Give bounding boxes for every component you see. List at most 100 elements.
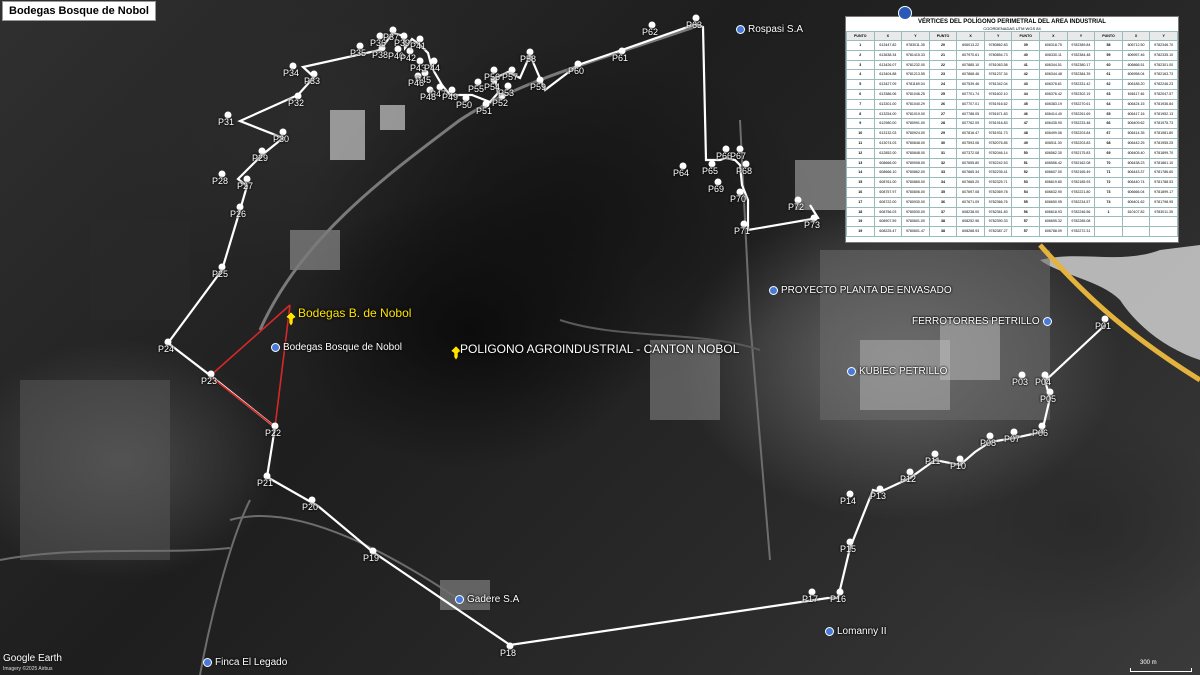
vertex-label-p01[interactable]: P01	[1095, 321, 1111, 331]
vertex-label-p67[interactable]: P67	[730, 151, 746, 161]
table-cell	[1121, 226, 1151, 237]
table-cell: 9781955.25	[1149, 137, 1178, 149]
table-cell: 3	[846, 59, 875, 71]
vertex-label-p73[interactable]: P73	[804, 220, 820, 230]
vertex-label-p54[interactable]: P54	[484, 82, 500, 92]
vertex-label-p34[interactable]: P34	[283, 68, 299, 78]
vertex-label-p14[interactable]: P14	[840, 496, 856, 506]
vertex-label-p33[interactable]: P33	[304, 76, 320, 86]
poi-finca-legado[interactable]: Finca El Legado	[203, 657, 287, 668]
table-header-cell: X	[1039, 31, 1068, 41]
vertex-label-p39[interactable]: P39	[394, 38, 410, 48]
table-cell: 72	[1094, 177, 1123, 188]
table-cell: 606957.46	[1121, 49, 1151, 61]
vertex-label-p58[interactable]: P58	[520, 54, 536, 64]
table-row: 1 613447.82 9783011.35 20 606013.22 9780862.8…	[846, 40, 1178, 51]
pin-label-bodegas[interactable]: Bodegas B. de Nobol	[298, 306, 411, 320]
poi-planta-envasado[interactable]: PROYECTO PLANTA DE ENVASADO	[769, 285, 952, 296]
vertex-label-p07[interactable]: P07	[1004, 434, 1020, 444]
vertex-label-p64[interactable]: P64	[673, 168, 689, 178]
table-cell: 48	[1011, 128, 1041, 139]
vertex-label-p05[interactable]: P05	[1040, 394, 1056, 404]
vertex-label-p59[interactable]: P59	[530, 82, 546, 92]
table-cell: 22	[928, 59, 958, 71]
table-cell: 9782046.14	[983, 147, 1013, 159]
vertex-label-p57[interactable]: P57	[502, 72, 518, 82]
vertex-label-p35[interactable]: P35	[350, 48, 366, 58]
vertex-label-p32[interactable]: P32	[288, 98, 304, 108]
vertex-label-p70[interactable]: P70	[730, 194, 746, 204]
vertex-label-p12[interactable]: P12	[900, 474, 916, 484]
poi-kubiec[interactable]: KUBIEC PETRILLO	[847, 366, 947, 377]
vertex-label-p52[interactable]: P52	[492, 98, 508, 108]
vertex-label-p53[interactable]: P53	[498, 88, 514, 98]
vertex-label-p28[interactable]: P28	[212, 176, 228, 186]
vertex-label-p30[interactable]: P30	[273, 134, 289, 144]
vertex-label-p48[interactable]: P48	[420, 92, 436, 102]
table-cell: 16	[846, 186, 875, 198]
vertex-label-p65[interactable]: P65	[702, 166, 718, 176]
table-cell: 9781975.73	[1149, 118, 1178, 130]
vertex-label-p31[interactable]: P31	[218, 117, 234, 127]
table-cell: 9782162.08	[1066, 157, 1096, 169]
poi-rospasi[interactable]: Rospasi S.A	[736, 24, 803, 35]
vertex-label-p08[interactable]: P08	[980, 438, 996, 448]
vertex-label-p19[interactable]: P19	[363, 553, 379, 563]
vertex-label-p26[interactable]: P26	[230, 209, 246, 219]
compass-icon[interactable]	[898, 6, 912, 20]
vertex-label-p68[interactable]: P68	[736, 166, 752, 176]
vertex-label-p69[interactable]: P69	[708, 184, 724, 194]
pin-label-poligono[interactable]: POLIGONO AGROINDUSTRIAL - CANTON NOBOL	[460, 342, 739, 356]
poi-gadere[interactable]: Gadere S.A	[455, 594, 519, 605]
table-header-cell: Y	[901, 31, 930, 41]
vertex-label-p38[interactable]: P38	[372, 50, 388, 60]
poi-lomanny[interactable]: Lomanny II	[825, 626, 886, 637]
vertex-label-p23[interactable]: P23	[201, 376, 217, 386]
table-cell: 9782076.85	[983, 137, 1013, 149]
vertex-label-p15[interactable]: P15	[840, 544, 856, 554]
vertex-label-p24[interactable]: P24	[158, 344, 174, 354]
vertex-label-p20[interactable]: P20	[302, 502, 318, 512]
vertex-label-p13[interactable]: P13	[870, 491, 886, 501]
vertex-label-p18[interactable]: P18	[500, 648, 516, 658]
vertex-label-p55[interactable]: P55	[468, 84, 484, 94]
place-marker-icon	[847, 367, 856, 376]
vertex-label-p27[interactable]: P27	[237, 181, 253, 191]
vertex-label-p60[interactable]: P60	[568, 66, 584, 76]
table-cell: 9781899.17	[1149, 186, 1178, 198]
vertex-label-p56[interactable]: P56	[484, 72, 500, 82]
vertex-label-p29[interactable]: P29	[252, 153, 268, 163]
satellite-map-view[interactable]: Bodegas Bosque de Nobol P01 P03 P04 P05 P06 P…	[0, 0, 1200, 675]
pushpin-icon[interactable]	[450, 345, 462, 361]
vertex-label-p62[interactable]: P62	[642, 27, 658, 37]
vertex-label-p42[interactable]: P42	[400, 53, 416, 63]
vertex-label-p71[interactable]: P71	[734, 226, 750, 236]
vertex-label-p11[interactable]: P11	[925, 456, 940, 466]
poi-bodegas-bosque[interactable]: Bodegas Bosque de Nobol	[271, 342, 402, 353]
vertex-label-p41[interactable]: P41	[410, 41, 426, 51]
vertex-label-p61[interactable]: P61	[612, 53, 628, 63]
vertex-label-p17[interactable]: P17	[802, 594, 818, 604]
vertex-label-p25[interactable]: P25	[212, 269, 228, 279]
vertex-label-p06[interactable]: P06	[1032, 428, 1048, 438]
pushpin-icon[interactable]	[285, 311, 297, 327]
vertex-label-p63[interactable]: P63	[686, 20, 702, 30]
table-cell: 9780848.00	[901, 147, 930, 159]
table-header-cell: PUNTO	[1011, 31, 1041, 41]
vertex-label-p04[interactable]: P04	[1035, 377, 1051, 387]
vertex-label-p46[interactable]: P46	[408, 78, 424, 88]
vertex-label-p21[interactable]: P21	[257, 478, 273, 488]
vertex-label-p16[interactable]: P16	[830, 594, 846, 604]
poi-ferrotorres[interactable]: FERROTORRES PETRILLO	[912, 316, 1052, 327]
vertex-label-p10[interactable]: P10	[950, 461, 966, 471]
table-cell: 613254.00	[873, 108, 903, 120]
vertex-label-p72[interactable]: P72	[788, 202, 804, 212]
vertex-label-p44[interactable]: P44	[424, 63, 440, 73]
vertex-label-p03[interactable]: P03	[1012, 377, 1028, 387]
table-cell: 57	[1011, 226, 1041, 237]
table-cell: 9782234.57	[1066, 196, 1096, 208]
table-cell: 606618.93	[1039, 206, 1068, 218]
vertex-label-p50[interactable]: P50	[456, 100, 472, 110]
vertex-label-p22[interactable]: P22	[265, 428, 281, 438]
vertex-label-p51[interactable]: P51	[476, 106, 492, 116]
